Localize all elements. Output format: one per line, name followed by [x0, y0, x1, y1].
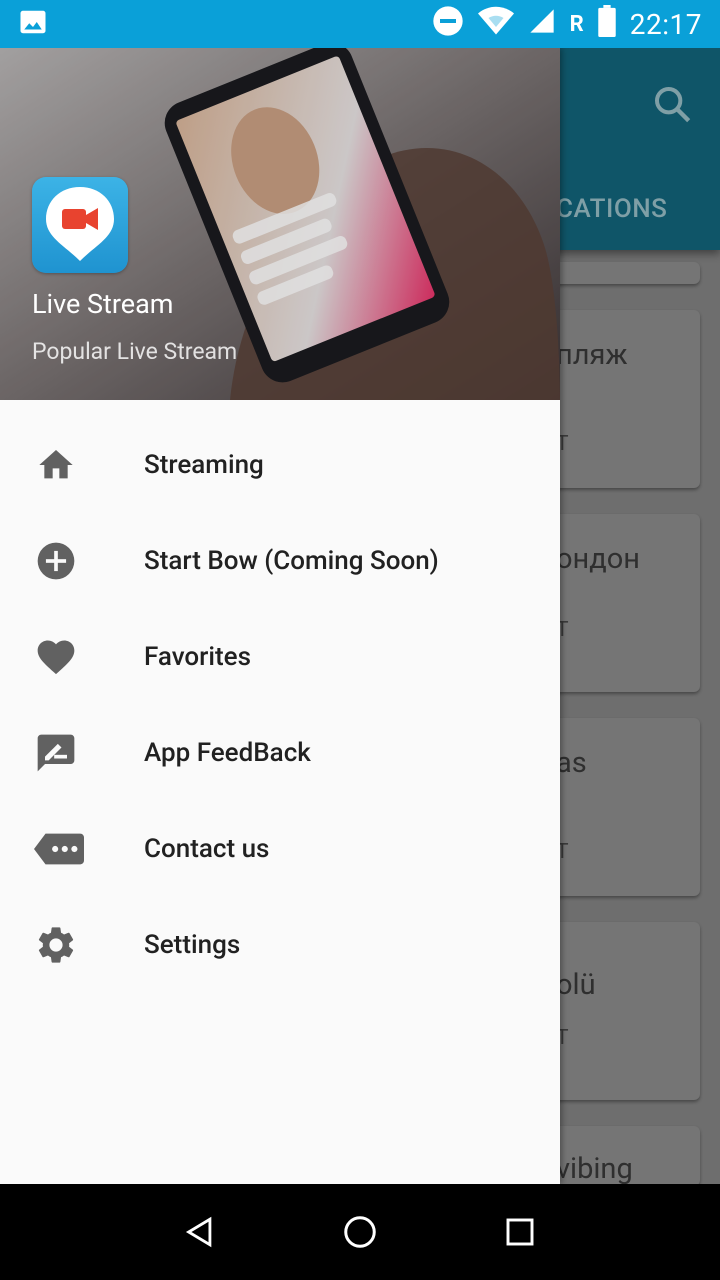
- list-card[interactable]: vibing: [540, 1126, 700, 1186]
- battery-icon: [598, 4, 616, 44]
- system-nav-bar: [0, 1184, 720, 1280]
- menu-item-label: App FeedBack: [144, 738, 311, 768]
- back-button[interactable]: [170, 1202, 230, 1262]
- gallery-notification-icon: [18, 7, 48, 41]
- home-button[interactable]: [330, 1202, 390, 1262]
- menu-item-streaming[interactable]: Streaming: [0, 417, 560, 513]
- menu-item-label: Contact us: [144, 834, 270, 864]
- home-icon: [34, 443, 78, 487]
- app-name: Live Stream: [32, 288, 174, 320]
- menu-item-favorites[interactable]: Favorites: [0, 609, 560, 705]
- do-not-disturb-icon: [432, 5, 464, 44]
- feedback-icon: [34, 731, 78, 775]
- tab-notifications[interactable]: CATIONS: [556, 194, 667, 224]
- menu-item-settings[interactable]: Settings: [0, 897, 560, 993]
- card-title: olü: [556, 968, 596, 1002]
- menu-item-label: Favorites: [144, 642, 251, 672]
- card-title: vibing: [556, 1152, 633, 1186]
- wifi-icon: [477, 6, 514, 43]
- drawer-menu: Streaming Start Bow (Coming Soon) Favori…: [0, 417, 560, 993]
- status-bar: R 22:17: [0, 0, 720, 48]
- drawer-header: Live Stream Popular Live Stream: [0, 48, 560, 400]
- more-message-icon: [34, 827, 84, 871]
- menu-item-contact-us[interactable]: Contact us: [0, 801, 560, 897]
- menu-item-start-bow[interactable]: Start Bow (Coming Soon): [0, 513, 560, 609]
- navigation-drawer: Live Stream Popular Live Stream Streamin…: [0, 48, 560, 1184]
- add-circle-icon: [34, 539, 78, 583]
- roaming-indicator: R: [569, 11, 584, 37]
- menu-item-app-feedback[interactable]: App FeedBack: [0, 705, 560, 801]
- signal-icon: [528, 7, 556, 42]
- menu-item-label: Settings: [144, 930, 241, 960]
- gear-icon: [34, 923, 78, 967]
- heart-icon: [34, 635, 78, 679]
- card-title: пляж: [556, 338, 628, 372]
- list-card[interactable]: [540, 262, 700, 284]
- list-card[interactable]: пляж T: [540, 310, 700, 488]
- list-card[interactable]: ондон T: [540, 514, 700, 692]
- card-title: ондон: [556, 542, 641, 576]
- menu-item-label: Start Bow (Coming Soon): [144, 546, 439, 576]
- app-logo: [32, 177, 128, 273]
- list-card[interactable]: as T: [540, 718, 700, 896]
- app-tagline: Popular Live Stream: [32, 338, 238, 365]
- search-icon[interactable]: [652, 84, 692, 124]
- video-camera-pin-icon: [42, 183, 118, 267]
- menu-item-label: Streaming: [144, 450, 264, 480]
- card-title: as: [556, 746, 587, 780]
- list-card[interactable]: olü T: [540, 922, 700, 1100]
- clock: 22:17: [629, 7, 702, 41]
- recents-button[interactable]: [490, 1202, 550, 1262]
